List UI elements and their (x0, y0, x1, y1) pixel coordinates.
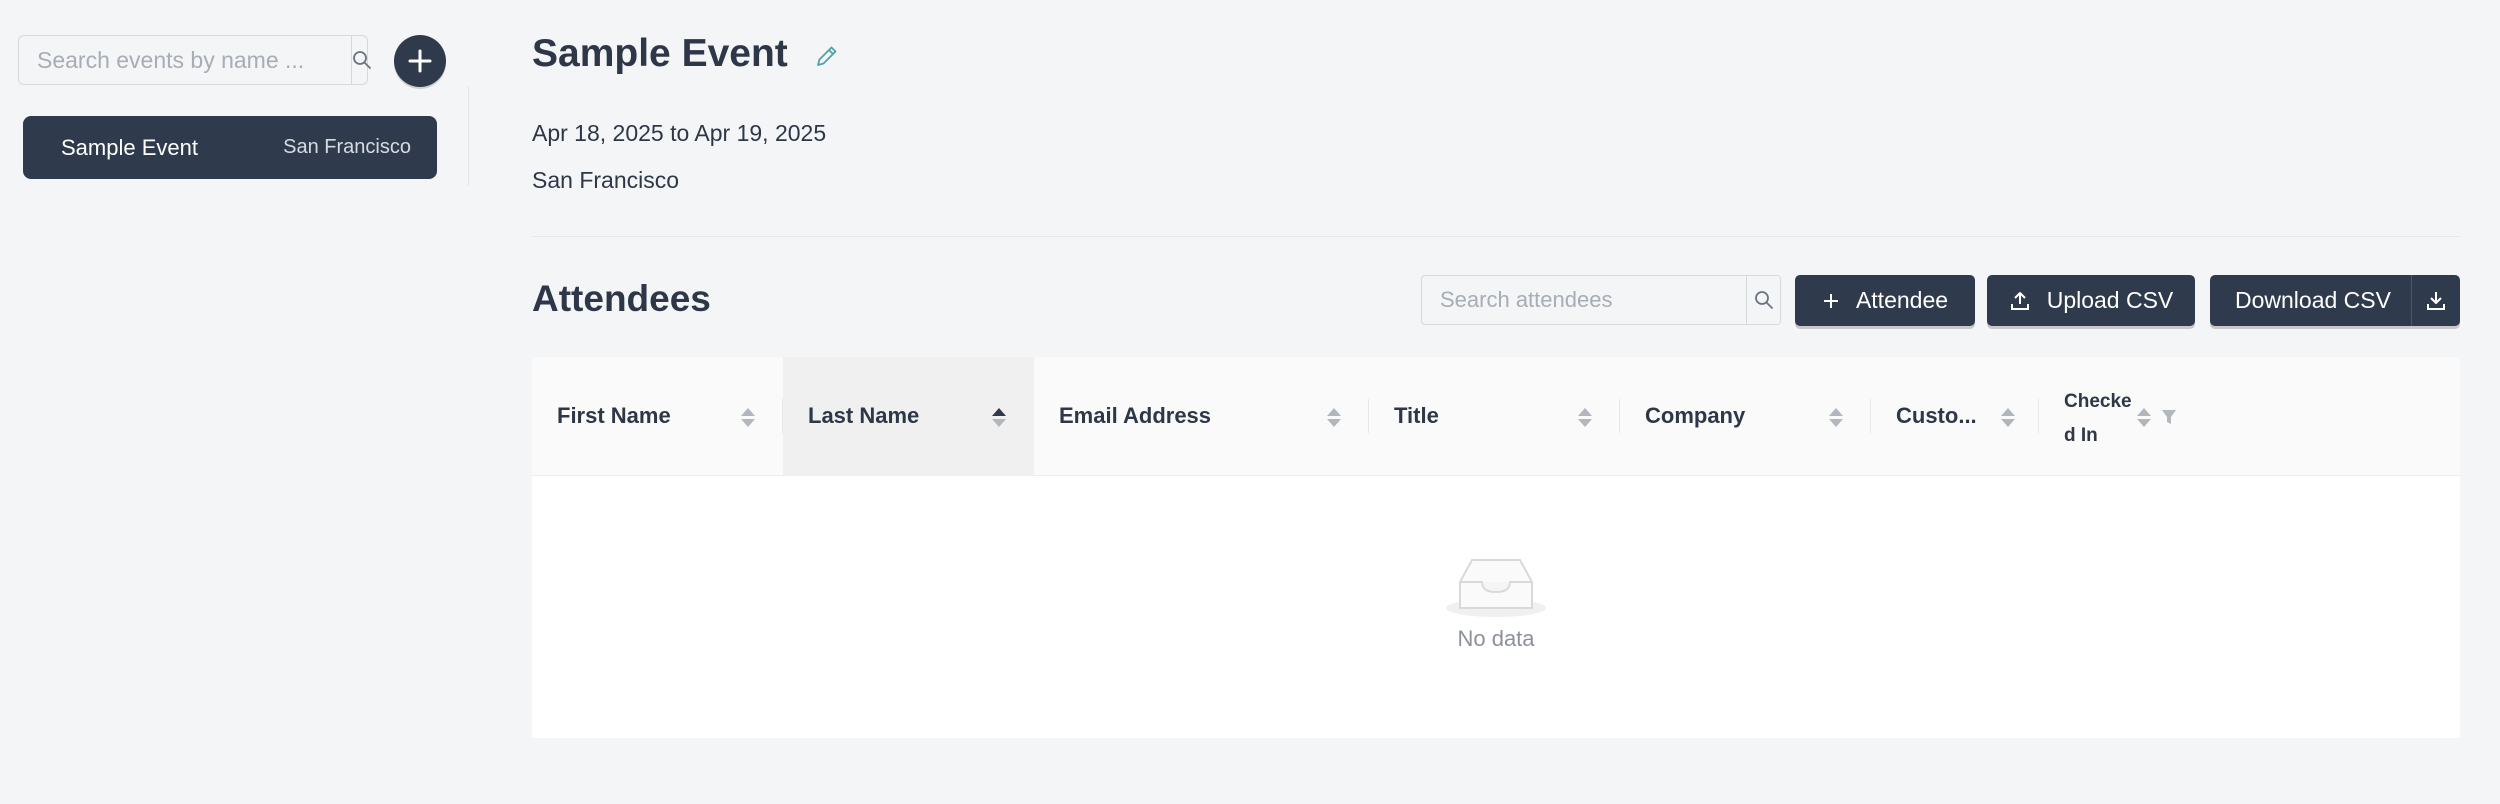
column-header-label: First Name (557, 403, 671, 428)
add-attendee-button[interactable]: Attendee (1795, 275, 1975, 326)
plus-icon (1822, 292, 1840, 310)
column-header-label: Last Name (808, 403, 920, 428)
column-header-company[interactable]: Company (1620, 357, 1871, 475)
column-header-label: Custo... (1896, 403, 1977, 428)
column-header-label: Title (1394, 403, 1439, 428)
sidebar-divider (468, 86, 469, 186)
sort-ascending-icon[interactable] (992, 405, 1006, 429)
event-title: Sample Event (532, 32, 788, 75)
sort-icon[interactable] (1578, 405, 1592, 429)
event-list-item-location: San Francisco (283, 136, 411, 158)
main-content: Sample Event Apr 18, 2025 to Apr 19, 202… (532, 0, 2460, 804)
sort-icon[interactable] (2137, 405, 2151, 429)
attendee-search-box (1421, 275, 1781, 325)
attendees-section-title: Attendees (532, 278, 711, 319)
search-icon (352, 50, 372, 70)
empty-state-text: No data (1457, 626, 1535, 651)
column-header-label-line1: Checke (2064, 391, 2132, 412)
column-header-email[interactable]: Email Address (1034, 357, 1369, 475)
event-header: Sample Event (532, 32, 840, 76)
column-header-custom[interactable]: Custo... (1871, 357, 2039, 475)
sidebar: Sample Event San Francisco (0, 0, 460, 804)
event-dates: Apr 18, 2025 to Apr 19, 2025 (532, 120, 827, 146)
column-header-first-name[interactable]: First Name (532, 357, 783, 475)
column-header-label-line2: d In (2064, 425, 2098, 446)
add-attendee-label: Attendee (1855, 287, 1949, 313)
column-header-label: Checke d In (2064, 357, 2134, 453)
upload-csv-button[interactable]: Upload CSV (1987, 275, 2195, 326)
event-search-button[interactable] (351, 36, 372, 84)
event-list-item-name: Sample Event (61, 134, 198, 160)
column-header-label: Company (1645, 403, 1746, 428)
attendee-search-input[interactable] (1422, 276, 1746, 324)
add-event-button[interactable] (394, 35, 446, 87)
empty-inbox-icon (1446, 554, 1546, 618)
event-location: San Francisco (532, 167, 680, 193)
pencil-icon[interactable] (814, 43, 840, 69)
attendee-search-button[interactable] (1746, 276, 1780, 324)
sort-icon[interactable] (741, 405, 755, 429)
empty-state: No data (532, 476, 2460, 738)
sort-icon[interactable] (1829, 405, 1843, 429)
sort-icon[interactable] (2001, 405, 2015, 429)
search-icon (1754, 290, 1774, 310)
download-csv-label: Download CSV (2235, 287, 2391, 313)
event-search-box (18, 35, 371, 85)
section-divider (532, 236, 2460, 237)
event-search-input[interactable] (19, 36, 351, 84)
table-header: First Name Last Name Email Address Title (532, 357, 2460, 476)
column-header-last-name[interactable]: Last Name (783, 357, 1034, 475)
download-dropdown-button[interactable] (2411, 275, 2460, 326)
column-header-label: Email Address (1059, 403, 1212, 428)
event-list-item[interactable]: Sample Event San Francisco (23, 116, 437, 179)
column-header-checked-in[interactable]: Checke d In (2039, 357, 2199, 475)
download-icon (2425, 290, 2447, 312)
attendees-table: First Name Last Name Email Address Title (532, 357, 2460, 738)
upload-csv-label: Upload CSV (2046, 287, 2174, 313)
app-root: Sample Event San Francisco Sample Event … (0, 0, 2500, 804)
column-header-title[interactable]: Title (1369, 357, 1620, 475)
download-csv-button[interactable]: Download CSV (2210, 275, 2460, 326)
plus-icon (407, 48, 433, 74)
upload-icon (2009, 290, 2031, 312)
filter-icon[interactable] (2161, 408, 2177, 426)
sort-icon[interactable] (1327, 405, 1341, 429)
